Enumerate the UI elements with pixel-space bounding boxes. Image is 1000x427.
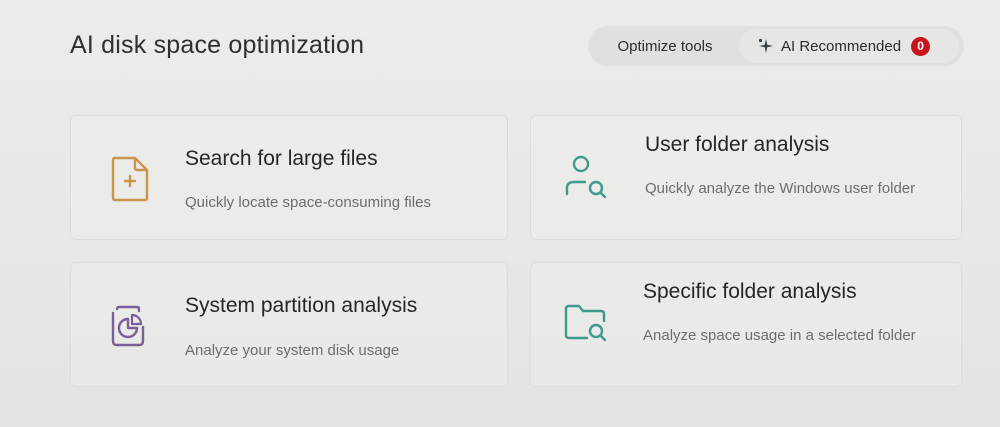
tab-ai-recommended[interactable]: AI Recommended 0 [739,29,959,63]
folder-search-icon [563,301,609,348]
view-tab-switch: Optimize tools AI Recommended 0 [588,26,964,66]
card-title: User folder analysis [645,133,830,156]
system-partition-analysis-card[interactable]: System partition analysis Analyze your s… [70,262,508,387]
specific-folder-analysis-card[interactable]: Specific folder analysis Analyze space u… [530,262,962,387]
notification-badge: 0 [911,36,931,56]
tab-ai-recommended-label: AI Recommended [781,37,902,55]
card-title: Specific folder analysis [643,280,857,303]
card-description: Analyze space usage in a selected folder [643,327,916,344]
sparkle-icon [757,37,775,55]
user-search-icon [563,154,609,207]
card-title: System partition analysis [185,294,418,317]
card-description: Quickly locate space-consuming files [185,194,431,211]
card-description: Analyze your system disk usage [185,342,400,359]
page-title: AI disk space optimization [70,31,365,59]
card-title: Search for large files [185,147,378,170]
tab-optimize-tools[interactable]: Optimize tools [591,29,739,63]
card-description: Quickly analyze the Windows user folder [645,180,916,197]
file-plus-icon [109,156,151,207]
disk-pie-icon [105,303,151,354]
search-large-files-card[interactable]: Search for large files Quickly locate sp… [70,115,508,240]
user-folder-analysis-card[interactable]: User folder analysis Quickly analyze the… [530,115,962,240]
tab-optimize-tools-label: Optimize tools [617,37,713,55]
